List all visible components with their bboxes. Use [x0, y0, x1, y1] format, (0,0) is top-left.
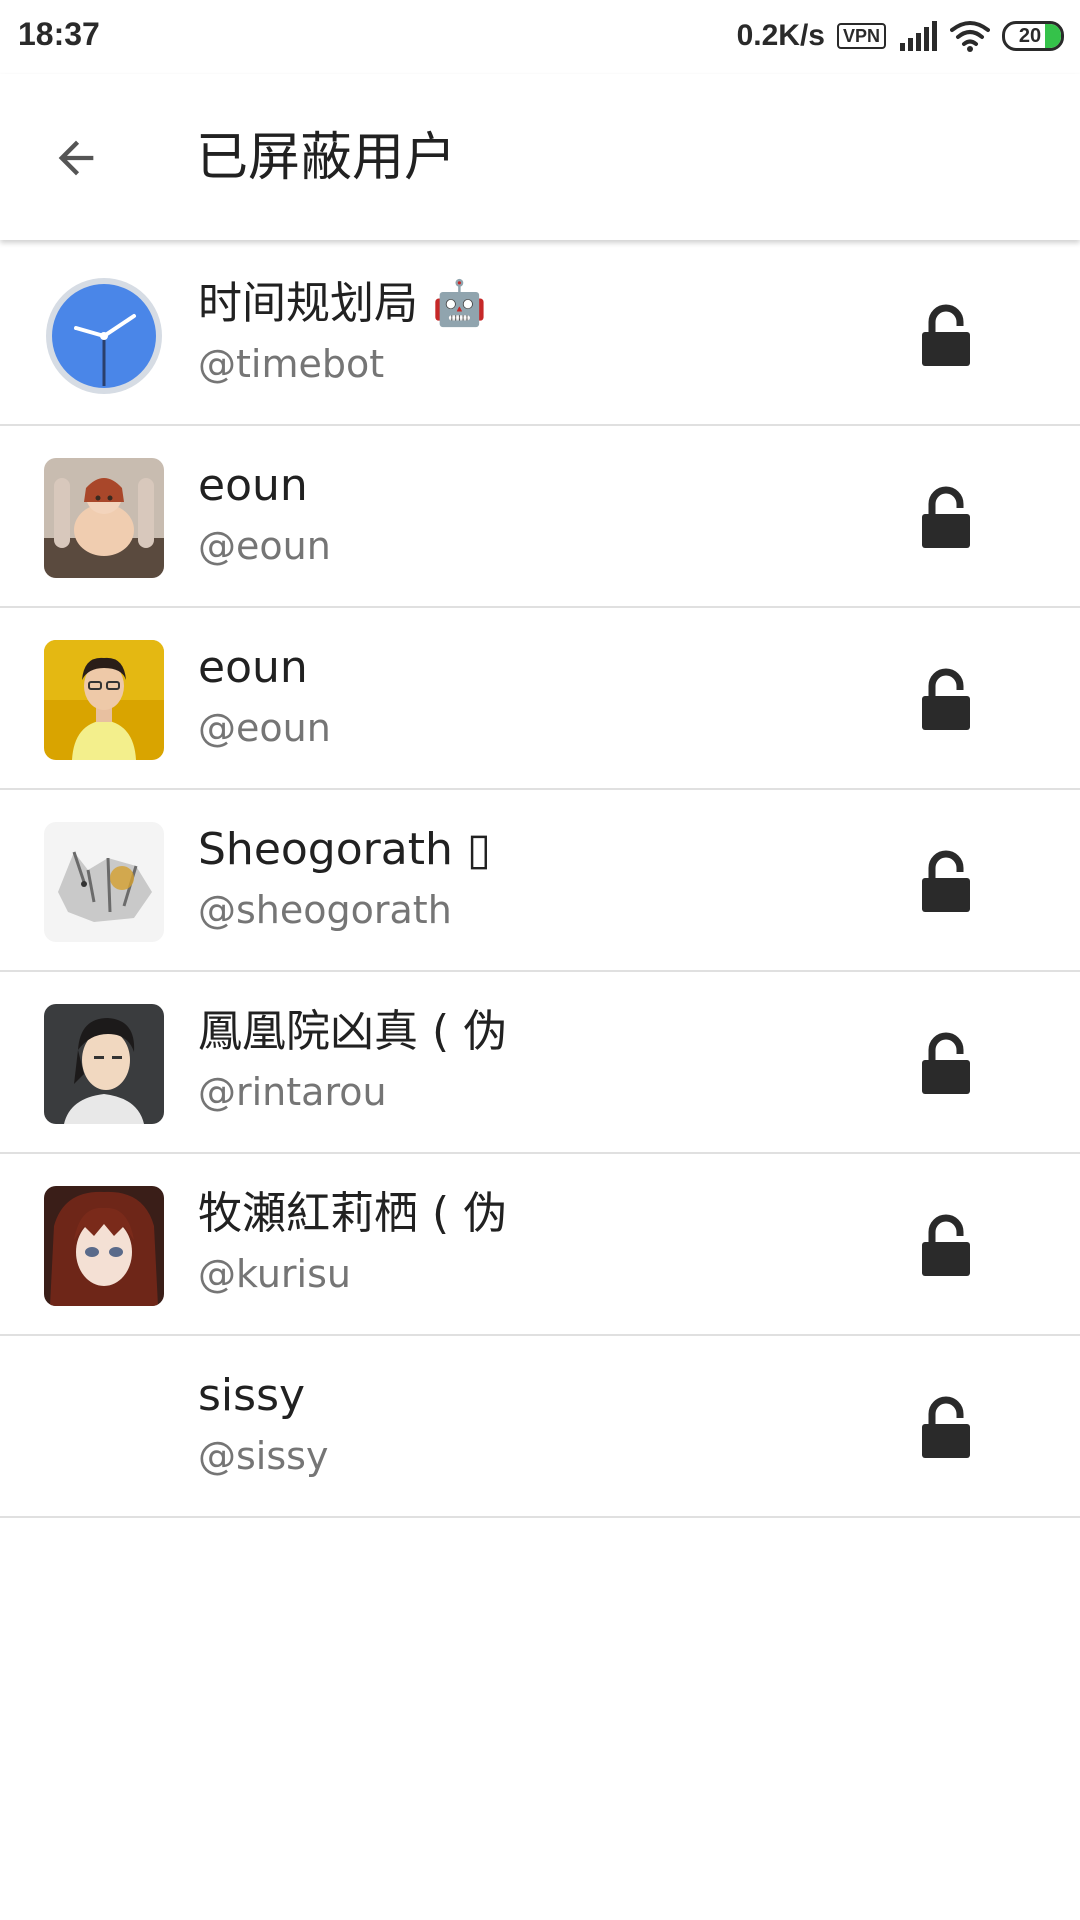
app-bar: 已屏蔽用户 — [0, 74, 1080, 240]
network-speed: 0.2K/s — [736, 19, 825, 52]
lock-open-icon — [922, 1032, 970, 1094]
user-handle: @sheogorath — [198, 888, 452, 932]
unblock-button[interactable] — [904, 294, 988, 378]
blocked-user-row[interactable]: Sheogorath ▯ @sheogorath — [0, 790, 1080, 972]
blocked-user-row[interactable]: 鳳凰院凶真 ( 伪 @rintarou — [0, 972, 1080, 1154]
vpn-icon: VPN — [836, 23, 886, 49]
status-icons: 0.2K/s VPN 20 — [737, 14, 1064, 58]
user-display-name: 牧瀬紅莉栖 ( 伪 — [198, 1188, 508, 1239]
blocked-user-row[interactable]: sissy @sissy — [0, 1336, 1080, 1518]
arrow-back-icon — [58, 140, 94, 176]
lock-open-icon — [922, 1214, 970, 1276]
lock-open-icon — [922, 668, 970, 730]
unblock-button[interactable] — [904, 658, 988, 742]
battery-percent: 20 — [1018, 24, 1042, 47]
user-handle: @rintarou — [198, 1070, 387, 1114]
user-handle: @timebot — [198, 342, 385, 386]
user-display-name: 时间规划局 🤖 — [198, 278, 487, 329]
unblock-button[interactable] — [904, 1022, 988, 1106]
page-title: 已屏蔽用户 — [196, 128, 457, 188]
battery-icon: 20 — [1002, 21, 1064, 51]
user-display-name: eoun — [198, 642, 308, 693]
clock-avatar — [44, 276, 164, 396]
back-button[interactable] — [36, 118, 116, 198]
blocked-user-row[interactable]: eoun @eoun — [0, 426, 1080, 608]
wolf-sketch-avatar — [44, 822, 164, 942]
user-handle: @kurisu — [198, 1252, 351, 1296]
user-display-name: Sheogorath ▯ — [198, 824, 492, 875]
blocked-user-row[interactable]: eoun @eoun — [0, 608, 1080, 790]
anime-redhair-avatar — [44, 1186, 164, 1306]
anime-girl-avatar — [44, 458, 164, 578]
status-time: 18:37 — [18, 16, 100, 52]
wifi-icon — [950, 21, 990, 52]
status-bar: 18:37 0.2K/s VPN 20 — [0, 0, 1080, 74]
unblock-button[interactable] — [904, 476, 988, 560]
empty-avatar — [44, 1368, 164, 1488]
photo-woman-avatar — [44, 640, 164, 760]
lock-open-icon — [922, 1396, 970, 1458]
blocked-user-list: 时间规划局 🤖 @timebot eoun @eoun eoun @eoun S… — [0, 244, 1080, 1518]
lock-open-icon — [922, 304, 970, 366]
battery-level — [1045, 24, 1061, 48]
user-handle: @sissy — [198, 1434, 329, 1478]
unblock-button[interactable] — [904, 840, 988, 924]
unblock-button[interactable] — [904, 1204, 988, 1288]
signal-icon — [900, 21, 937, 51]
user-display-name: 鳳凰院凶真 ( 伪 — [198, 1006, 508, 1057]
user-handle: @eoun — [198, 706, 331, 750]
lock-open-icon — [922, 486, 970, 548]
user-handle: @eoun — [198, 524, 331, 568]
blocked-user-row[interactable]: 时间规划局 🤖 @timebot — [0, 244, 1080, 426]
unblock-button[interactable] — [904, 1386, 988, 1470]
anime-man-avatar — [44, 1004, 164, 1124]
user-display-name: eoun — [198, 460, 308, 511]
lock-open-icon — [922, 850, 970, 912]
user-display-name: sissy — [198, 1370, 306, 1421]
blocked-user-row[interactable]: 牧瀬紅莉栖 ( 伪 @kurisu — [0, 1154, 1080, 1336]
